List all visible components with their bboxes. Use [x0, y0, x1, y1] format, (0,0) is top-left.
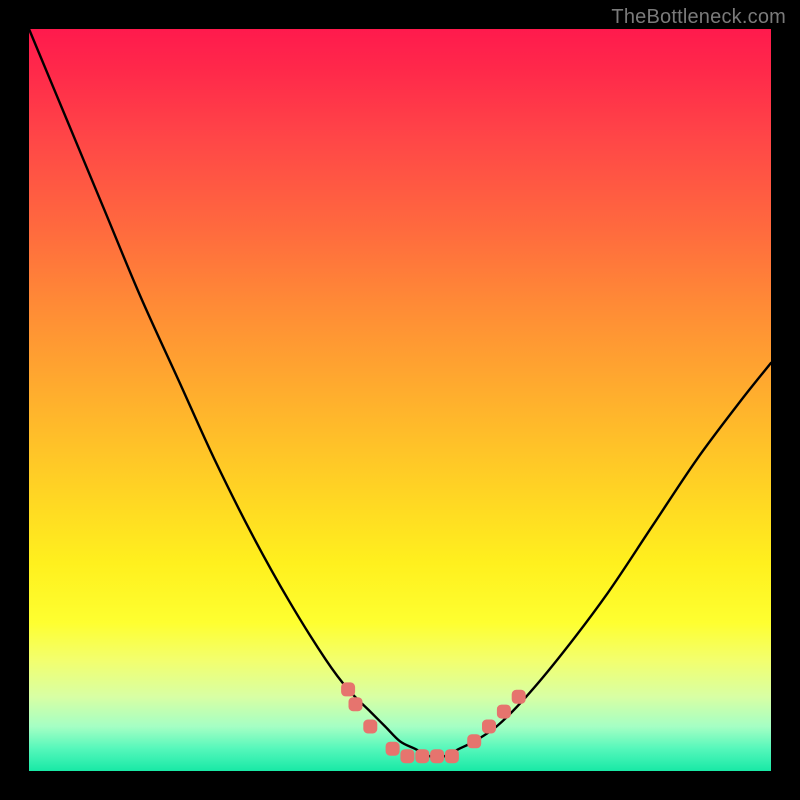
curve-markers [342, 683, 526, 763]
curve-marker [483, 720, 496, 733]
bottleneck-curve [29, 29, 771, 771]
curve-marker [512, 690, 525, 703]
chart-frame: TheBottleneck.com [0, 0, 800, 800]
curve-marker [401, 750, 414, 763]
curve-marker [386, 742, 399, 755]
curve-marker [445, 750, 458, 763]
curve-marker [364, 720, 377, 733]
watermark-text: TheBottleneck.com [611, 6, 786, 29]
curve-marker [431, 750, 444, 763]
curve-marker [416, 750, 429, 763]
curve-marker [342, 683, 355, 696]
curve-marker [497, 705, 510, 718]
curve-marker [349, 698, 362, 711]
curve-line [29, 29, 771, 757]
plot-area [29, 29, 771, 771]
curve-marker [468, 735, 481, 748]
